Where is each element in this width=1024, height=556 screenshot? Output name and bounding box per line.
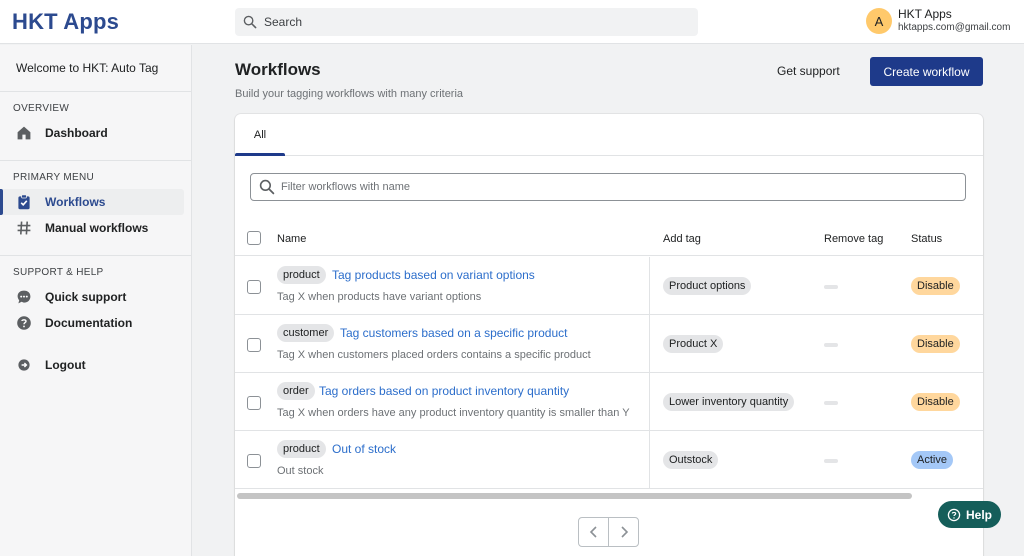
tag-cells: Lower inventory quantity Disable [649, 373, 983, 430]
column-header-name[interactable]: Name [277, 233, 306, 245]
sidebar-item-quick-support[interactable]: Quick support [0, 284, 184, 310]
table-row[interactable]: order Tag orders based on product invent… [235, 373, 983, 431]
table-row[interactable]: customer Tag customers based on a specif… [235, 315, 983, 373]
pagination [578, 517, 639, 547]
tag-cells: Product options Disable [649, 257, 983, 314]
sidebar-item-label: Quick support [45, 290, 127, 304]
workflow-description: Out stock [277, 465, 324, 477]
user-name: HKT Apps [898, 7, 952, 21]
user-menu[interactable]: A HKT Apps hktapps.com@gmail.com [866, 8, 1010, 34]
row-checkbox[interactable] [247, 338, 261, 352]
table-header: Name Add tag Remove tag Status [235, 218, 983, 256]
sidebar-item-label: Dashboard [45, 126, 108, 140]
sidebar-item-logout[interactable]: Logout [0, 352, 184, 378]
next-page-button[interactable] [609, 518, 638, 546]
sidebar-item-documentation[interactable]: Documentation [0, 310, 184, 336]
chat-icon [17, 290, 31, 304]
tab-bar: All [235, 114, 983, 156]
question-icon [947, 508, 961, 521]
sidebar-section-support-help: SUPPORT & HELP Quick support Documentati… [0, 256, 191, 378]
page-subtitle: Build your tagging workflows with many c… [235, 88, 464, 100]
sidebar: Welcome to HKT: Auto Tag OVERVIEW Dashbo… [0, 45, 192, 556]
clipboard-icon [18, 194, 30, 210]
row-checkbox[interactable] [247, 454, 261, 468]
previous-page-button[interactable] [579, 518, 609, 546]
section-title: OVERVIEW [13, 103, 70, 114]
workflow-description: Tag X when customers placed orders conta… [277, 349, 591, 361]
search-placeholder: Search [264, 15, 303, 29]
remove-tag-empty [824, 459, 838, 463]
tag-cells: Product X Disable [649, 315, 983, 372]
horizontal-scrollbar[interactable] [237, 493, 912, 499]
tag-cells: Outstock Active [649, 431, 983, 488]
help-label: Help [965, 507, 992, 522]
column-header-add-tag[interactable]: Add tag [663, 233, 701, 245]
tab-all[interactable]: All [235, 114, 285, 156]
row-checkbox[interactable] [247, 396, 261, 410]
sidebar-item-label: Documentation [45, 316, 133, 330]
search-icon [243, 15, 257, 29]
sidebar-item-dashboard[interactable]: Dashboard [0, 120, 184, 146]
table-row[interactable]: product Out of stock Out stock Outstock … [235, 431, 983, 489]
sidebar-item-workflows[interactable]: Workflows [0, 189, 184, 215]
app-logo[interactable]: HKT Apps [12, 9, 119, 35]
table-row[interactable]: product Tag products based on variant op… [235, 257, 983, 315]
add-tag-badge: Product options [663, 277, 752, 295]
workflow-link[interactable]: Out of stock [332, 442, 396, 456]
sidebar-item-label: Logout [45, 358, 86, 372]
avatar: A [866, 8, 892, 34]
status-badge: Disable [911, 393, 960, 411]
type-badge: order [277, 382, 315, 400]
filter-workflows-input[interactable]: Filter workflows with name [250, 173, 966, 201]
filter-placeholder: Filter workflows with name [281, 181, 410, 193]
workflow-link[interactable]: Tag orders based on product inventory qu… [319, 384, 569, 398]
welcome-text: Welcome to HKT: Auto Tag [0, 45, 191, 92]
remove-tag-empty [824, 285, 838, 289]
workflows-card: All Filter workflows with name Name Add … [235, 114, 983, 556]
remove-tag-empty [824, 401, 838, 405]
section-title: SUPPORT & HELP [13, 267, 104, 278]
section-title: PRIMARY MENU [13, 172, 95, 183]
top-bar: HKT Apps Search A HKT Apps hktapps.com@g… [0, 0, 1024, 44]
column-header-remove-tag[interactable]: Remove tag [824, 233, 883, 245]
select-all-checkbox[interactable] [247, 231, 261, 245]
type-badge: product [277, 266, 326, 284]
logout-icon [18, 359, 30, 371]
status-badge: Disable [911, 335, 960, 353]
search-input[interactable]: Search [235, 8, 698, 36]
help-button[interactable]: Help [938, 501, 1001, 528]
sidebar-section-overview: OVERVIEW Dashboard [0, 92, 191, 161]
user-email: hktapps.com@gmail.com [898, 22, 1011, 33]
question-icon [17, 316, 31, 330]
status-badge: Disable [911, 277, 960, 295]
remove-tag-empty [824, 343, 838, 347]
search-icon [259, 179, 275, 195]
workflow-link[interactable]: Tag customers based on a specific produc… [340, 326, 567, 340]
chevron-right-icon [620, 526, 628, 538]
row-checkbox[interactable] [247, 280, 261, 294]
sidebar-section-primary-menu: PRIMARY MENU Workflows Manual workflows [0, 161, 191, 256]
status-badge: Active [911, 451, 953, 469]
column-header-status[interactable]: Status [911, 233, 942, 245]
page-title: Workflows [235, 60, 321, 79]
chevron-left-icon [589, 526, 597, 538]
hash-icon [17, 221, 31, 235]
type-badge: product [277, 440, 326, 458]
add-tag-badge: Outstock [663, 451, 719, 469]
add-tag-badge: Product X [663, 335, 724, 353]
sidebar-item-label: Workflows [45, 195, 106, 209]
type-badge: customer [277, 324, 335, 342]
create-workflow-button[interactable]: Create workflow [870, 57, 983, 86]
main-content: Workflows Build your tagging workflows w… [193, 45, 1024, 556]
sidebar-item-label: Manual workflows [45, 221, 149, 235]
workflow-link[interactable]: Tag products based on variant options [332, 268, 535, 282]
workflow-description: Tag X when products have variant options [277, 291, 482, 303]
workflow-description: Tag X when orders have any product inven… [277, 407, 630, 419]
add-tag-badge: Lower inventory quantity [663, 393, 795, 411]
home-icon [17, 126, 31, 140]
sidebar-item-manual-workflows[interactable]: Manual workflows [0, 215, 184, 241]
get-support-button[interactable]: Get support [777, 64, 840, 78]
